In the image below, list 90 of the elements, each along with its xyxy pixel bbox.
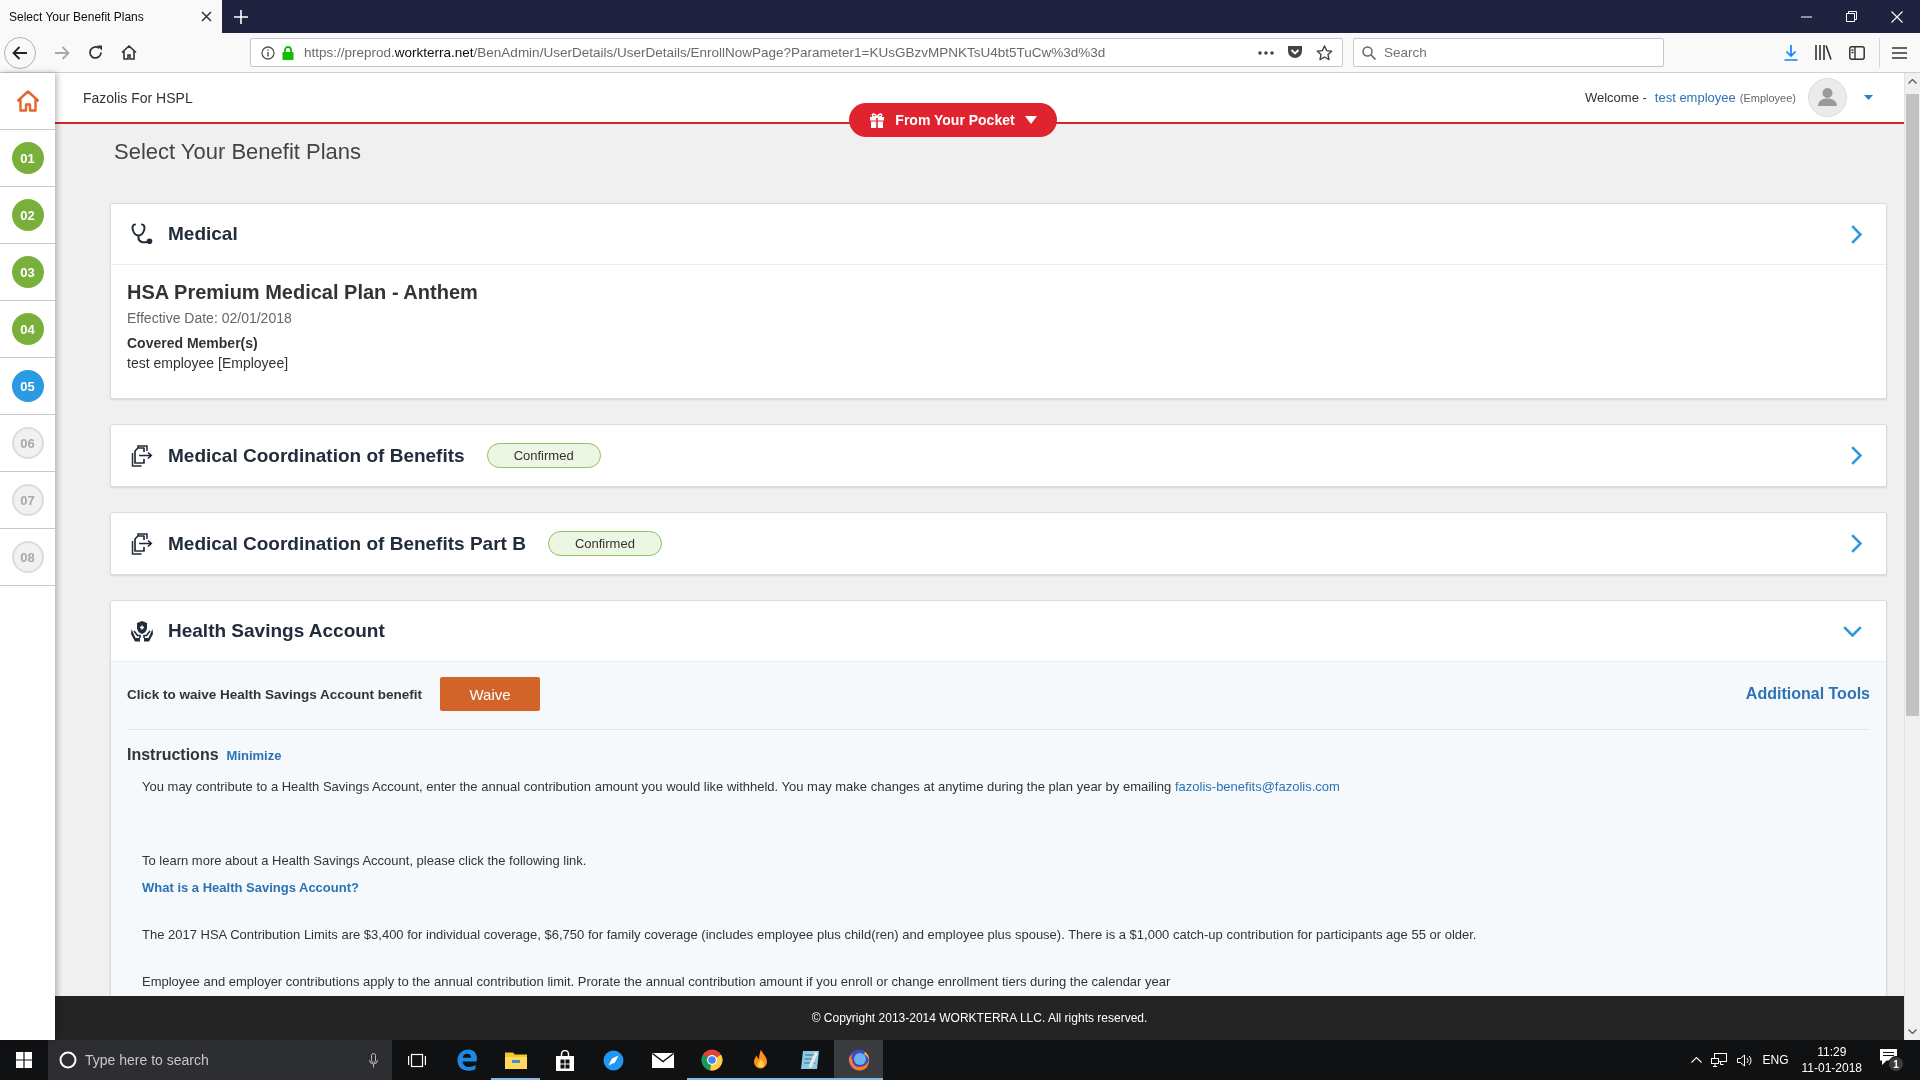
sidebar-icon[interactable] [1849, 45, 1865, 60]
windows-logo-icon[interactable] [16, 1052, 32, 1068]
step-button[interactable]: 03 [11, 256, 44, 288]
globe-icon [847, 1049, 870, 1071]
step-button[interactable]: 04 [11, 313, 44, 345]
card-title: Medical Coordination of Benefits [168, 444, 465, 467]
speaker-icon[interactable] [1737, 1053, 1753, 1067]
status-badge: Confirmed [547, 531, 662, 556]
covered-members: test employee [Employee] [127, 354, 290, 372]
hands-shield-icon [131, 620, 153, 642]
waive-button[interactable]: Waive [440, 677, 541, 711]
plus-icon[interactable] [234, 9, 248, 24]
budget-dropdown-button[interactable]: From Your Pocket [849, 103, 1057, 137]
chevron-right-icon[interactable] [1851, 446, 1862, 465]
ring-icon [59, 1051, 77, 1069]
card-title: Medical Coordination of Benefits Part B [168, 532, 526, 555]
instruction-paragraph: Employee and employer contributions apply to the annual contribution limit. Prorate the annual contribution amount if you enroll or change enrollment tiers during the calendar year [142, 973, 1171, 991]
card-title: Health Savings Account [168, 620, 385, 642]
waive-prompt: Click to waive Health Savings Account benefit [127, 686, 423, 702]
address-bar[interactable]: https://preprod.workterra.net/BenAdmin/UserDetails/UserDetails/EnrollNowPage?Parameter1=KUsGBzvMPNKTsU4bt5TuCw%3d%3d [250, 38, 1343, 67]
document-arrow-icon [131, 444, 153, 467]
chevron-up-icon[interactable] [1691, 1057, 1703, 1063]
e-letter-icon [455, 1049, 478, 1071]
scrollbar[interactable] [1904, 73, 1920, 1040]
chevron-right-icon[interactable] [1851, 534, 1862, 553]
compass-icon [603, 1049, 624, 1071]
plan-name: HSA Premium Medical Plan - Anthem [127, 280, 479, 304]
arrow-left-icon [12, 45, 28, 60]
clock-date[interactable]: 11-01-2018 [1801, 1060, 1862, 1076]
home-icon[interactable] [121, 45, 137, 60]
status-badge: Confirmed [486, 443, 601, 468]
star-icon[interactable] [1316, 44, 1333, 61]
notification-count: 1 [1888, 1056, 1904, 1072]
menu-icon[interactable] [1892, 46, 1907, 59]
company-name: Fazolis For HSPL [83, 89, 193, 106]
effective-date: Effective Date: 02/01/2018 [127, 309, 293, 327]
notepad-icon [798, 1050, 821, 1070]
taskbar-search-field[interactable]: Type here to search [48, 1040, 392, 1080]
search-icon [1362, 46, 1376, 60]
help-link[interactable]: What is a Health Savings Account? [142, 878, 359, 898]
envelope-icon [651, 1052, 674, 1068]
shopping-bag-icon [554, 1049, 575, 1071]
chevron-down-icon[interactable] [1843, 625, 1862, 637]
user-name-link[interactable]: test employee [1654, 90, 1736, 105]
network-icon[interactable] [1711, 1053, 1728, 1067]
instruction-paragraph: The 2017 HSA Contribution Limits are $3,400 for individual coverage, $6,750 for family coverage (includes employee plus child(ren) and employee plus spouse). There is a $1,000 catch-up contribution for participants age 55 or older. [142, 926, 1477, 944]
scroll-down-icon[interactable] [1908, 1029, 1917, 1034]
flame-icon [751, 1049, 770, 1071]
user-role: (Employee) [1739, 91, 1796, 104]
reload-icon[interactable] [88, 45, 103, 60]
scrollbar-thumb[interactable] [1906, 94, 1919, 716]
additional-tools-link[interactable]: Additional Tools [1745, 685, 1870, 703]
task-view-icon[interactable] [408, 1052, 426, 1068]
email-link[interactable]: fazolis-benefits@fazolis.com [1174, 779, 1340, 794]
lock-icon[interactable] [282, 45, 294, 60]
more-icon[interactable] [1258, 50, 1274, 55]
caret-down-icon[interactable] [1864, 95, 1873, 100]
wheel-logo-icon [700, 1049, 723, 1071]
library-icon[interactable] [1815, 45, 1832, 60]
instruction-paragraph: To learn more about a Health Savings Account, please click the following link. [142, 852, 587, 870]
language-indicator[interactable]: ENG [1762, 1053, 1789, 1067]
avatar-icon[interactable] [1808, 78, 1847, 117]
search-field[interactable]: Search [1353, 38, 1664, 67]
document-arrow-icon [131, 532, 153, 555]
instructions-heading: Instructions [127, 745, 219, 765]
covered-members-label: Covered Member(s) [127, 334, 259, 352]
scroll-up-icon[interactable] [1908, 79, 1917, 84]
copyright-text: © Copyright 2013-2014 WORKTERRA LLC. All rights reserved. [811, 1011, 1148, 1025]
pocket-icon[interactable] [1287, 45, 1303, 60]
browser-tab[interactable]: Select Your Benefit Plans [0, 0, 222, 33]
gift-icon [869, 112, 886, 128]
clock-time[interactable]: 11:29 [1817, 1044, 1847, 1060]
restore-icon[interactable] [1846, 11, 1857, 22]
microphone-icon[interactable] [369, 1053, 378, 1068]
download-icon[interactable] [1784, 44, 1798, 61]
step-button[interactable]: 01 [11, 142, 44, 174]
info-icon[interactable] [261, 45, 275, 60]
chevron-right-icon[interactable] [1851, 224, 1862, 244]
minimize-link[interactable]: Minimize [226, 748, 282, 763]
step-button[interactable]: 02 [11, 199, 44, 231]
back-button[interactable] [4, 36, 36, 69]
page-title: Select Your Benefit Plans [114, 138, 363, 166]
minimize-icon[interactable] [1801, 15, 1812, 18]
instruction-paragraph: You may contribute to a Health Savings Account, enter the annual contribution amount you would like withheld. You may make changes at anytime during the plan year by emailing fazolis-benefits@fazolis.com [142, 778, 1340, 796]
welcome-label: Welcome - [1584, 90, 1647, 105]
folder-icon [504, 1051, 527, 1069]
stethoscope-icon [131, 223, 153, 245]
card-title: Medical [168, 223, 238, 245]
step-button[interactable]: 05 [11, 370, 44, 402]
close-icon[interactable] [201, 11, 212, 22]
